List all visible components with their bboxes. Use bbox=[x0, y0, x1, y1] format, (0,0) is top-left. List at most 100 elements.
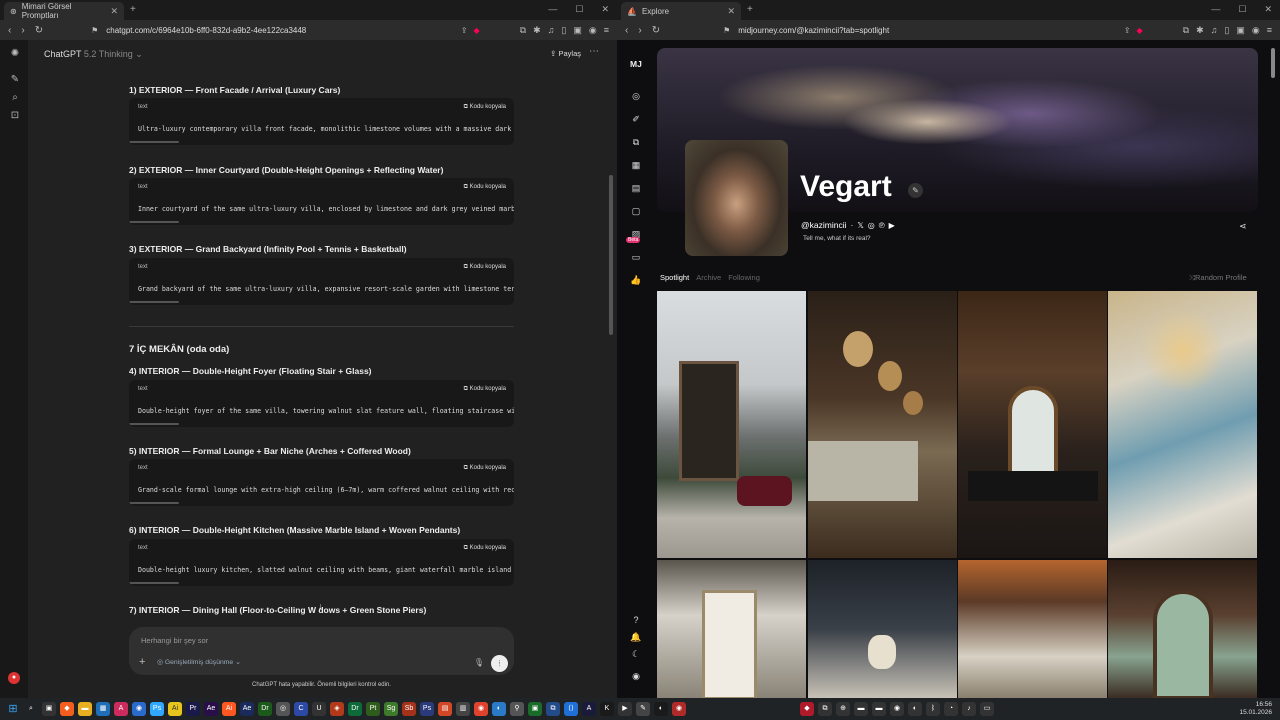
music-icon[interactable]: ♫ bbox=[1211, 25, 1218, 36]
app-icon[interactable]: ◈ bbox=[330, 702, 344, 716]
app-icon[interactable]: ▤ bbox=[438, 702, 452, 716]
app-icon[interactable]: U bbox=[312, 702, 326, 716]
gallery-image[interactable] bbox=[958, 560, 1107, 698]
help-icon[interactable]: ? bbox=[630, 614, 642, 626]
tray-icon[interactable]: ◆ bbox=[800, 702, 814, 716]
app-icon[interactable]: ⚲ bbox=[510, 702, 524, 716]
close-tab-icon[interactable]: ✕ bbox=[110, 6, 118, 17]
tab-following[interactable]: Following bbox=[728, 273, 760, 282]
app-icon[interactable]: ⧉ bbox=[546, 702, 560, 716]
copy-code-button[interactable]: ⧉ Kodu kopyala bbox=[464, 386, 506, 393]
forward-icon[interactable]: › bbox=[638, 25, 641, 36]
code-text[interactable]: Grand-scale formal lounge with extra-hig… bbox=[138, 486, 514, 494]
tray-icon[interactable]: ◉ bbox=[890, 702, 904, 716]
page-scrollbar[interactable] bbox=[1271, 48, 1275, 78]
close-window-icon[interactable]: ✕ bbox=[1264, 4, 1272, 15]
microphone-icon[interactable]: 🎙 bbox=[474, 658, 484, 667]
app-icon[interactable]: ◎ bbox=[276, 702, 290, 716]
random-profile-button[interactable]: ⤨Random Profile bbox=[1189, 273, 1247, 283]
pinterest-icon[interactable]: ℗ bbox=[879, 221, 885, 230]
instagram-icon[interactable]: ◎ bbox=[868, 221, 875, 230]
app-icon[interactable]: ◉ bbox=[132, 702, 146, 716]
code-text[interactable]: Double-height luxury kitchen, slatted wa… bbox=[138, 566, 514, 574]
wifi-icon[interactable]: ◔ bbox=[944, 702, 958, 716]
app-icon[interactable]: Dr bbox=[348, 702, 362, 716]
brave-shield-icon[interactable]: ◆ bbox=[1137, 26, 1143, 35]
code-scrollbar[interactable] bbox=[129, 502, 179, 504]
illustrator-icon[interactable]: Ai bbox=[222, 702, 236, 716]
likes-icon[interactable]: 👍 bbox=[630, 274, 642, 286]
wallet-icon[interactable]: ▣ bbox=[1236, 25, 1245, 36]
gallery-image[interactable] bbox=[1108, 291, 1257, 558]
extension-icon[interactable]: ⧉ bbox=[1183, 25, 1189, 36]
close-window-icon[interactable]: ✕ bbox=[601, 4, 609, 15]
model-selector[interactable]: ChatGPT 5.2 Thinking ⌄ bbox=[44, 49, 143, 60]
code-text[interactable]: Inner courtyard of the same ultra-luxury… bbox=[138, 205, 514, 213]
gallery-image[interactable] bbox=[657, 291, 806, 558]
tray-icon[interactable]: ◐ bbox=[908, 702, 922, 716]
bluetooth-icon[interactable]: ᛒ bbox=[926, 702, 940, 716]
gallery-image[interactable] bbox=[958, 291, 1107, 558]
tab-archive[interactable]: Archive bbox=[696, 273, 721, 282]
account-icon[interactable]: ◉ bbox=[630, 670, 642, 682]
menu-icon[interactable]: ≡ bbox=[1267, 25, 1272, 36]
organize-icon[interactable]: ▤ bbox=[630, 182, 642, 194]
system-clock[interactable]: 16:56 15.01.2026 bbox=[1239, 701, 1272, 717]
app-icon[interactable]: ◐ bbox=[492, 702, 506, 716]
share-url-icon[interactable]: ⇪ bbox=[461, 26, 468, 35]
vscode-icon[interactable]: ⟨⟩ bbox=[564, 702, 578, 716]
scroll-down-icon[interactable]: ↓ bbox=[318, 601, 323, 611]
app-icon[interactable]: C bbox=[294, 702, 308, 716]
url-field[interactable]: midjourney.com/@kazimincii?tab=spotlight bbox=[738, 26, 1124, 35]
file-explorer-icon[interactable]: ▬ bbox=[78, 702, 92, 716]
code-scrollbar[interactable] bbox=[129, 423, 179, 425]
maximize-icon[interactable]: ☐ bbox=[1238, 4, 1246, 15]
app-icon[interactable]: ◐ bbox=[654, 702, 668, 716]
reload-icon[interactable]: ↻ bbox=[35, 25, 43, 36]
add-attachment-icon[interactable]: + bbox=[139, 656, 145, 668]
code-text[interactable]: Grand backyard of the same ultra-luxury … bbox=[138, 285, 514, 293]
more-options-icon[interactable]: ⋯ bbox=[589, 46, 599, 57]
gallery-image[interactable] bbox=[1108, 560, 1257, 698]
volume-icon[interactable]: ♪ bbox=[962, 702, 976, 716]
chrome-icon[interactable]: ◉ bbox=[474, 702, 488, 716]
app-icon[interactable]: A bbox=[114, 702, 128, 716]
forward-icon[interactable]: › bbox=[21, 25, 24, 36]
copy-code-button[interactable]: ⧉ Kodu kopyala bbox=[464, 104, 506, 111]
youtube-icon[interactable]: ▶ bbox=[889, 221, 895, 230]
theme-toggle-icon[interactable]: ☾ bbox=[630, 648, 642, 660]
app-icon[interactable]: ▣ bbox=[528, 702, 542, 716]
app-icon[interactable]: ◉ bbox=[672, 702, 686, 716]
folders-icon[interactable]: ▢ bbox=[630, 205, 642, 217]
personalize-icon[interactable]: ▦ bbox=[630, 159, 642, 171]
url-field[interactable]: chatgpt.com/c/6964e10b-6ff0-832d-a9b2-4e… bbox=[106, 26, 461, 35]
after-effects-icon[interactable]: Ae bbox=[204, 702, 218, 716]
minimize-icon[interactable]: — bbox=[1211, 4, 1220, 15]
puzzle-icon[interactable]: ✱ bbox=[533, 25, 541, 36]
wallet-icon[interactable]: ▣ bbox=[573, 25, 582, 36]
windows-start-icon[interactable]: ⊞ bbox=[6, 702, 20, 716]
library-icon[interactable]: ⊡ bbox=[9, 110, 21, 122]
app-icon[interactable]: Ae bbox=[240, 702, 254, 716]
puzzle-icon[interactable]: ✱ bbox=[1196, 25, 1204, 36]
thinking-mode-selector[interactable]: ◎ Genişletilmiş düşünme ⌄ bbox=[157, 658, 241, 666]
share-url-icon[interactable]: ⇪ bbox=[1124, 26, 1131, 35]
app-icon[interactable]: Ps bbox=[420, 702, 434, 716]
gallery-image[interactable] bbox=[657, 560, 806, 698]
new-chat-icon[interactable]: ✎ bbox=[9, 74, 21, 86]
app-icon[interactable]: K bbox=[600, 702, 614, 716]
bookmark-icon[interactable]: ⚑ bbox=[91, 26, 98, 35]
copy-code-button[interactable]: ⧉ Kodu kopyala bbox=[464, 264, 506, 271]
edit-profile-icon[interactable]: ✎ bbox=[908, 183, 923, 198]
back-icon[interactable]: ‹ bbox=[625, 25, 628, 36]
new-tab-icon[interactable]: + bbox=[130, 4, 136, 15]
share-icon[interactable]: ⋖ bbox=[1239, 221, 1247, 232]
app-icon[interactable]: Pt bbox=[366, 702, 380, 716]
voice-mode-button[interactable]: ⦙ bbox=[491, 655, 508, 672]
brave-icon[interactable]: ◆ bbox=[60, 702, 74, 716]
app-icon[interactable]: Sg bbox=[384, 702, 398, 716]
notifications-icon[interactable]: 🔔 bbox=[630, 631, 642, 643]
code-scrollbar[interactable] bbox=[129, 221, 179, 223]
app-icon[interactable]: Dr bbox=[258, 702, 272, 716]
mj-logo[interactable]: MJ bbox=[630, 59, 642, 69]
